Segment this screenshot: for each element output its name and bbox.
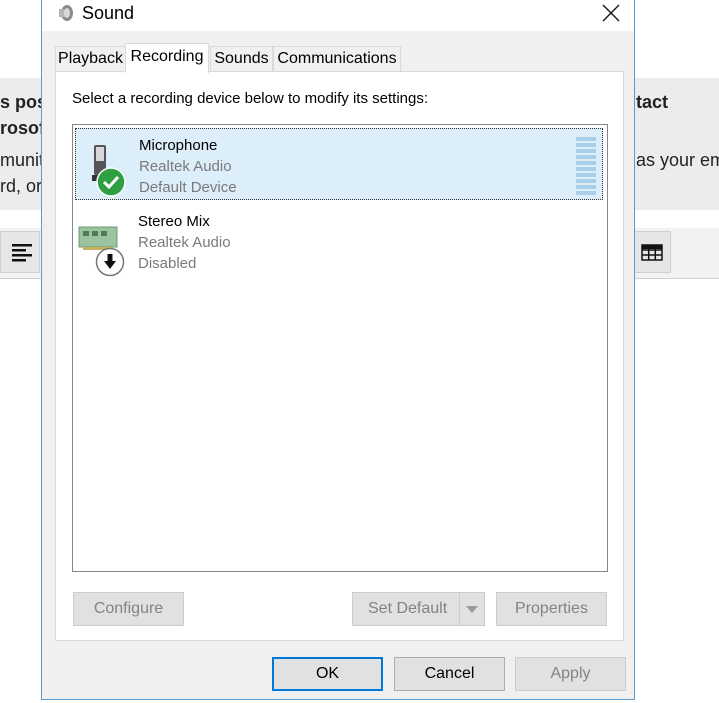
tab-playback[interactable]: Playback — [55, 46, 126, 71]
device-item-stereo-mix[interactable]: Stereo Mix Realtek Audio Disabled — [75, 205, 603, 277]
background-text-6: as your em — [636, 150, 719, 170]
ok-button[interactable]: OK — [272, 657, 383, 691]
default-check-icon — [96, 167, 126, 202]
title-bar[interactable]: Sound — [42, 0, 634, 31]
chevron-down-icon — [466, 606, 478, 613]
align-left-icon — [12, 244, 32, 262]
device-list[interactable]: Microphone Realtek Audio Default Device — [72, 124, 608, 572]
close-button[interactable] — [588, 0, 634, 29]
device-status: Default Device — [139, 179, 237, 196]
disabled-arrow-icon — [95, 247, 125, 282]
recording-panel: Select a recording device below to modif… — [55, 71, 624, 641]
speaker-icon — [56, 3, 74, 21]
align-left-button[interactable] — [0, 231, 40, 273]
instruction-text: Select a recording device below to modif… — [72, 90, 429, 107]
background-text-5: tact — [636, 92, 669, 112]
set-default-button[interactable]: Set Default — [352, 592, 485, 626]
tab-recording[interactable]: Recording — [125, 43, 209, 73]
properties-button[interactable]: Properties — [496, 592, 607, 626]
device-name: Stereo Mix — [138, 213, 210, 230]
device-driver: Realtek Audio — [139, 158, 232, 175]
device-driver: Realtek Audio — [138, 234, 231, 251]
level-meter — [576, 137, 596, 197]
insert-table-button[interactable] — [631, 231, 671, 273]
device-item-microphone[interactable]: Microphone Realtek Audio Default Device — [75, 128, 603, 200]
set-default-dropdown[interactable] — [459, 593, 484, 625]
device-status: Disabled — [138, 255, 197, 272]
tab-sounds[interactable]: Sounds — [210, 46, 273, 71]
apply-button[interactable]: Apply — [515, 657, 626, 691]
set-default-label: Set Default — [368, 600, 448, 617]
table-icon — [641, 244, 663, 261]
background-text-4: rd, or — [0, 176, 43, 196]
close-icon — [602, 4, 620, 22]
configure-button[interactable]: Configure — [73, 592, 184, 626]
dialog-title: Sound — [82, 3, 135, 23]
sound-dialog: Sound Playback Recording Sounds Communic… — [41, 0, 635, 700]
tab-communications[interactable]: Communications — [273, 46, 401, 71]
cancel-button[interactable]: Cancel — [394, 657, 505, 691]
device-name: Microphone — [139, 137, 218, 154]
